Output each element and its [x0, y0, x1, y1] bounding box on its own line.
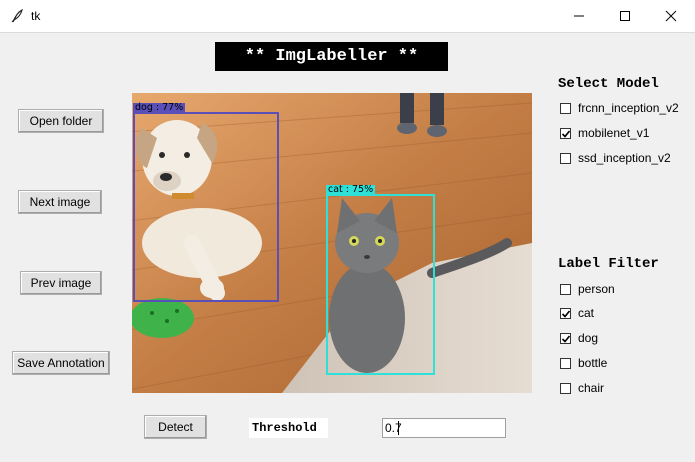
filter-option-cat[interactable]: cat: [560, 304, 594, 322]
label-filter-title: Label Filter: [558, 256, 659, 272]
next-image-button[interactable]: Next image: [18, 190, 102, 214]
window-title: tk: [31, 9, 41, 23]
save-annotation-button[interactable]: Save Annotation: [12, 351, 110, 375]
filter-option-label: chair: [578, 381, 605, 395]
model-option-label: ssd_inception_v2: [578, 151, 671, 165]
app-banner: ** ImgLabeller **: [215, 42, 448, 71]
open-folder-button[interactable]: Open folder: [18, 109, 104, 133]
model-option-ssd[interactable]: ssd_inception_v2: [560, 149, 671, 167]
image-canvas[interactable]: dog : 77% cat : 75%: [132, 93, 532, 393]
threshold-input[interactable]: [382, 418, 506, 438]
threshold-label: Threshold: [249, 418, 328, 438]
filter-option-dog[interactable]: dog: [560, 329, 598, 347]
model-option-label: mobilenet_v1: [578, 126, 650, 140]
text-caret: [398, 421, 399, 435]
detection-label-cat: cat : 75%: [326, 184, 376, 195]
filter-option-label: person: [578, 282, 615, 296]
minimize-icon: [574, 15, 584, 17]
checkbox[interactable]: [560, 283, 571, 295]
select-model-title: Select Model: [558, 76, 659, 92]
detection-label-dog: dog : 77%: [133, 102, 186, 113]
checkbox[interactable]: [560, 357, 571, 369]
checkmark-icon: [561, 309, 571, 318]
filter-option-bottle[interactable]: bottle: [560, 354, 607, 372]
close-icon: [665, 10, 677, 22]
checkbox[interactable]: [560, 102, 571, 114]
checkmark-icon: [561, 334, 571, 343]
filter-option-person[interactable]: person: [560, 280, 615, 298]
model-option-frcnn[interactable]: frcnn_inception_v2: [560, 99, 679, 117]
detection-box-cat[interactable]: cat : 75%: [326, 185, 435, 375]
checkbox[interactable]: [560, 152, 571, 164]
filter-option-label: cat: [578, 306, 595, 320]
feather-icon: [11, 9, 23, 23]
model-option-mobilenet[interactable]: mobilenet_v1: [560, 124, 649, 142]
title-bar: tk: [0, 0, 695, 33]
checkmark-icon: [561, 129, 571, 138]
filter-option-label: bottle: [578, 356, 608, 370]
checkbox-checked[interactable]: [560, 307, 571, 319]
checkbox-checked[interactable]: [560, 127, 571, 139]
filter-option-label: dog: [578, 331, 599, 345]
detect-button[interactable]: Detect: [144, 415, 207, 439]
checkbox[interactable]: [560, 382, 571, 394]
model-option-label: frcnn_inception_v2: [578, 101, 679, 115]
maximize-button[interactable]: [602, 0, 648, 32]
filter-option-chair[interactable]: chair: [560, 379, 604, 397]
maximize-icon: [620, 11, 630, 21]
close-button[interactable]: [648, 0, 694, 32]
prev-image-button[interactable]: Prev image: [20, 271, 102, 295]
minimize-button[interactable]: [556, 0, 602, 32]
checkbox-checked[interactable]: [560, 332, 571, 344]
detection-box-dog[interactable]: dog : 77%: [133, 103, 279, 302]
